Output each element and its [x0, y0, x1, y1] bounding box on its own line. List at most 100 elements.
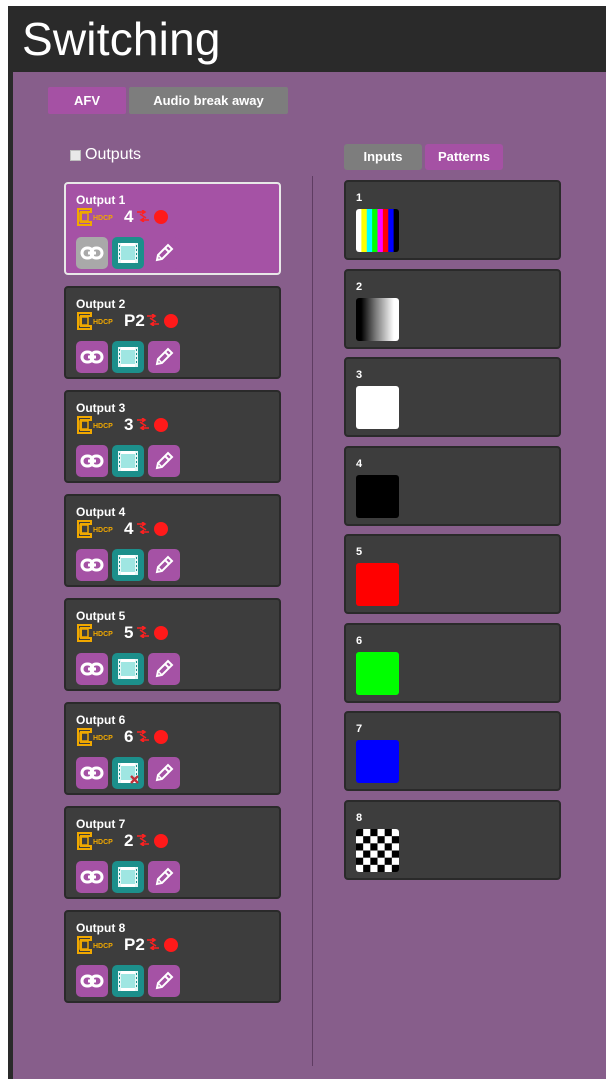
left-rail	[8, 72, 13, 1079]
pattern-swatch	[356, 563, 399, 606]
tab-audio-break-away[interactable]: Audio break away	[129, 87, 288, 114]
pattern-swatch	[356, 651, 399, 695]
edit-button[interactable]	[148, 341, 180, 373]
video-button[interactable]	[112, 445, 144, 477]
link-button[interactable]	[76, 549, 108, 581]
link-button[interactable]	[76, 965, 108, 997]
edit-button[interactable]	[148, 965, 180, 997]
output-name: Output 8	[76, 921, 126, 935]
app-window: Switching AFV Audio break away Outputs I…	[8, 6, 606, 1079]
red-dot-icon	[154, 626, 168, 640]
checker-cell	[363, 828, 371, 836]
link-icon	[80, 454, 104, 468]
swap-arrows-icon	[137, 522, 149, 534]
checker-cell	[391, 864, 399, 872]
video-button[interactable]	[112, 549, 144, 581]
pattern-number: 2	[356, 280, 363, 293]
output-card-1[interactable]: Output 1 HDCP 4	[64, 182, 281, 275]
checker-cell	[384, 857, 393, 865]
pencil-icon	[155, 971, 174, 990]
color-bar	[388, 209, 395, 252]
link-button[interactable]	[76, 653, 108, 685]
pencil-icon	[155, 659, 174, 678]
pattern-swatch	[356, 209, 399, 252]
pencil-icon	[155, 867, 174, 886]
output-source: 2	[124, 831, 134, 850]
page-title: Switching	[22, 13, 221, 65]
checker-cell	[370, 828, 378, 836]
tab-patterns[interactable]: Patterns	[425, 144, 503, 170]
pattern-card-6[interactable]: 6	[344, 622, 561, 703]
edit-button[interactable]	[148, 445, 180, 477]
link-icon	[80, 558, 104, 572]
edit-button[interactable]	[148, 653, 180, 685]
pattern-number: 4	[356, 457, 363, 470]
svg-text:HDCP: HDCP	[93, 423, 113, 430]
link-icon	[80, 662, 104, 676]
checkbox-box[interactable]	[70, 149, 81, 161]
tab-inputs[interactable]: Inputs	[344, 144, 422, 170]
pattern-card-8[interactable]: 8	[344, 799, 561, 880]
output-card-6[interactable]: Output 6 HDCP 6	[64, 702, 281, 795]
red-dot-icon	[154, 522, 168, 536]
video-button[interactable]	[112, 237, 144, 269]
link-button[interactable]	[76, 341, 108, 373]
link-button[interactable]	[76, 445, 108, 477]
red-dot-icon	[154, 730, 168, 744]
output-name: Output 1	[76, 193, 126, 207]
checker-cell	[363, 842, 371, 851]
pencil-icon	[155, 451, 174, 470]
red-dot-icon	[164, 314, 178, 328]
edit-button[interactable]	[148, 757, 180, 789]
video-button[interactable]	[112, 341, 144, 373]
edit-button[interactable]	[148, 237, 180, 269]
link-button[interactable]	[76, 757, 108, 789]
outputs-checkbox[interactable]: Outputs	[70, 146, 141, 164]
video-button[interactable]	[112, 653, 144, 685]
checker-cell	[363, 835, 371, 844]
edit-button[interactable]	[148, 861, 180, 893]
color-bar	[372, 209, 379, 252]
pattern-card-1[interactable]: 1	[344, 180, 561, 260]
output-card-2[interactable]: Output 2 HDCP P2	[64, 286, 281, 379]
link-button[interactable]	[76, 237, 108, 269]
pattern-number: 3	[356, 369, 363, 381]
svg-text:HDCP: HDCP	[93, 735, 113, 742]
link-button[interactable]	[76, 861, 108, 893]
swap-arrows-icon	[137, 418, 149, 430]
output-card-4[interactable]: Output 4 HDCP 4	[64, 494, 281, 587]
pattern-card-2[interactable]: 2	[344, 268, 561, 349]
video-button[interactable]	[112, 861, 144, 893]
output-card-7[interactable]: Output 7 HDCP 2	[64, 806, 281, 899]
pencil-icon	[155, 763, 174, 782]
checker-cell	[391, 857, 399, 865]
red-dot-icon	[164, 938, 178, 952]
svg-text:HDCP: HDCP	[93, 943, 113, 950]
pattern-number: 5	[356, 546, 363, 558]
checker-cell	[363, 857, 371, 865]
hdcp-icon: HDCP	[77, 832, 113, 850]
film-icon	[118, 243, 138, 263]
output-card-5[interactable]: Output 5 HDCP 5	[64, 598, 281, 691]
output-card-3[interactable]: Output 3 HDCP 3	[64, 390, 281, 483]
edit-button[interactable]	[148, 549, 180, 581]
pattern-card-5[interactable]: 5	[344, 534, 561, 614]
svg-text:HDCP: HDCP	[93, 215, 113, 222]
checker-cell	[391, 850, 399, 858]
tab-afv[interactable]: AFV	[48, 87, 126, 114]
pattern-card-4[interactable]: 4	[344, 445, 561, 526]
checker-cell	[384, 850, 393, 858]
video-button[interactable]	[112, 965, 144, 997]
pattern-card-7[interactable]: 7	[344, 711, 561, 791]
swap-arrows-icon	[147, 314, 159, 326]
output-name: Output 2	[76, 297, 126, 311]
link-icon	[80, 974, 104, 988]
svg-text:HDCP: HDCP	[93, 527, 113, 534]
video-button[interactable]	[112, 757, 144, 789]
column-divider	[312, 176, 313, 1066]
pattern-card-3[interactable]: 3	[344, 357, 561, 437]
hdcp-icon: HDCP	[77, 208, 113, 226]
checker-cell	[370, 864, 378, 872]
output-card-8[interactable]: Output 8 HDCP P2	[64, 910, 281, 1003]
checker-cell	[377, 850, 385, 858]
